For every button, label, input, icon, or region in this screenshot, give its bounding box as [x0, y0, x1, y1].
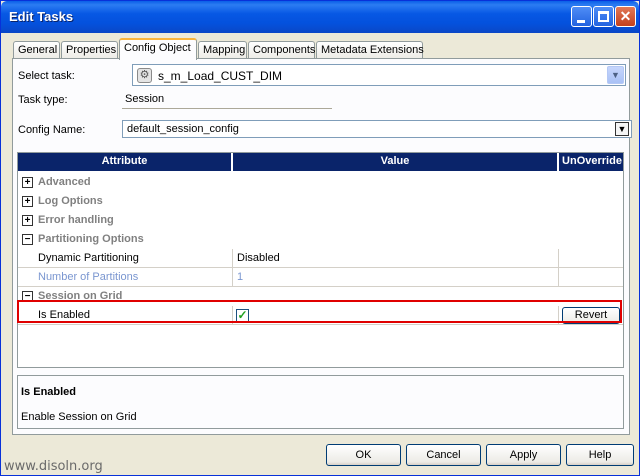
- revert-button[interactable]: Revert: [562, 307, 620, 324]
- description-text: Enable Session on Grid: [21, 411, 137, 423]
- select-task-label: Select task:: [18, 70, 75, 82]
- minimize-icon: [577, 20, 585, 23]
- header-attribute[interactable]: Attribute: [18, 153, 233, 171]
- title-bar[interactable]: Edit Tasks ✕: [1, 1, 639, 33]
- section-label: Error handling: [38, 214, 114, 226]
- attributes-grid: Attribute Value UnOverride + Advanced + …: [17, 152, 624, 368]
- section-label: Session on Grid: [38, 290, 123, 302]
- apply-button[interactable]: Apply: [486, 444, 561, 466]
- task-type-label: Task type:: [18, 94, 68, 106]
- section-label: Advanced: [38, 176, 91, 188]
- maximize-icon: [598, 11, 609, 22]
- expand-icon[interactable]: +: [22, 196, 33, 207]
- minimize-button[interactable]: [571, 6, 592, 27]
- section-session-on-grid[interactable]: − Session on Grid: [18, 287, 623, 306]
- unoverride-cell: [559, 249, 623, 268]
- ok-button[interactable]: OK: [326, 444, 401, 466]
- expand-icon[interactable]: +: [22, 177, 33, 188]
- config-select-icon[interactable]: ▼: [615, 122, 629, 136]
- section-label: Log Options: [38, 195, 103, 207]
- value-cell[interactable]: 1: [233, 268, 559, 287]
- tab-general[interactable]: General: [13, 41, 60, 59]
- maximize-button[interactable]: [593, 6, 614, 27]
- config-name-field[interactable]: default_session_config ▼: [122, 120, 632, 138]
- tab-mapping[interactable]: Mapping: [198, 41, 247, 59]
- value-cell: ✓: [233, 306, 559, 325]
- window-title: Edit Tasks: [9, 9, 74, 24]
- tab-config-object[interactable]: Config Object: [119, 38, 197, 60]
- session-gear-icon: ⚙: [137, 68, 152, 83]
- section-label: Partitioning Options: [38, 233, 144, 245]
- section-error-handling[interactable]: + Error handling: [18, 211, 623, 230]
- is-enabled-checkbox[interactable]: ✓: [236, 309, 249, 322]
- header-value[interactable]: Value: [233, 153, 559, 171]
- config-name-label: Config Name:: [18, 124, 86, 136]
- value-cell[interactable]: Disabled: [233, 249, 559, 268]
- header-unoverride[interactable]: UnOverride: [559, 153, 623, 171]
- close-button[interactable]: ✕: [615, 6, 636, 27]
- watermark: www.disoln.org: [4, 459, 103, 474]
- help-button[interactable]: Help: [566, 444, 634, 466]
- task-type-value: Session: [122, 91, 332, 109]
- config-object-panel: Select task: ⚙ s_m_Load_CUST_DIM ▼ Task …: [12, 58, 632, 435]
- description-panel: Is Enabled Enable Session on Grid: [17, 375, 624, 429]
- table-row-dynamic-partitioning[interactable]: Dynamic Partitioning Disabled: [18, 249, 623, 268]
- tab-properties[interactable]: Properties: [61, 41, 118, 59]
- collapse-icon[interactable]: −: [22, 234, 33, 245]
- chevron-down-icon[interactable]: ▼: [607, 66, 624, 84]
- description-title: Is Enabled: [21, 386, 77, 398]
- unoverride-cell: [559, 268, 623, 287]
- tab-metadata-extensions[interactable]: Metadata Extensions: [316, 41, 424, 59]
- collapse-icon[interactable]: −: [22, 291, 33, 302]
- close-icon: ✕: [619, 8, 632, 24]
- section-partitioning-options[interactable]: − Partitioning Options: [18, 230, 623, 249]
- table-row-is-enabled[interactable]: Is Enabled ✓ Revert: [18, 306, 623, 325]
- config-name-value: default_session_config: [127, 123, 239, 135]
- cancel-button[interactable]: Cancel: [406, 444, 481, 466]
- expand-icon[interactable]: +: [22, 215, 33, 226]
- select-task-value: s_m_Load_CUST_DIM: [158, 69, 283, 83]
- edit-tasks-window: Edit Tasks ✕ General Properties Config O…: [0, 0, 640, 476]
- select-task-dropdown[interactable]: ⚙ s_m_Load_CUST_DIM ▼: [132, 64, 626, 86]
- section-advanced[interactable]: + Advanced: [18, 173, 623, 192]
- attribute-cell: Dynamic Partitioning: [18, 249, 233, 268]
- attribute-cell: Is Enabled: [18, 306, 233, 325]
- unoverride-cell: Revert: [559, 306, 623, 325]
- section-log-options[interactable]: + Log Options: [18, 192, 623, 211]
- table-row-number-of-partitions[interactable]: Number of Partitions 1: [18, 268, 623, 287]
- tab-components[interactable]: Components: [248, 41, 315, 59]
- attribute-cell: Number of Partitions: [18, 268, 233, 287]
